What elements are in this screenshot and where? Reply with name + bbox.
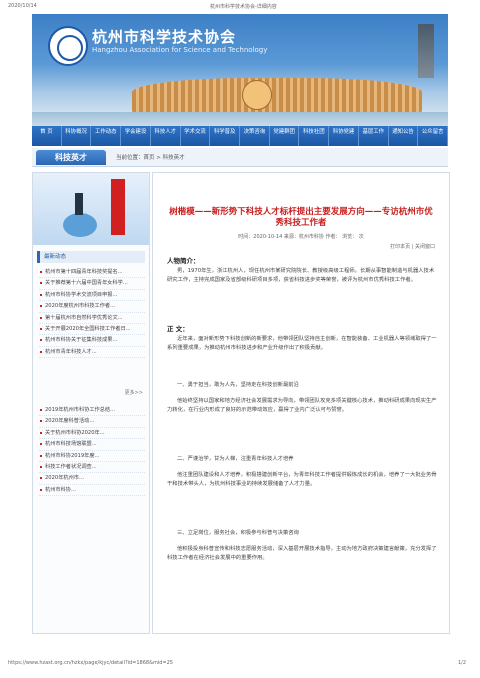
list-item[interactable]: 第十届杭州市自然科学优秀论文... [39,313,145,325]
nav-item-talent[interactable]: 科技人才 [151,126,181,146]
list-item[interactable]: 关于杭州市科协2020年... [39,428,145,440]
intro-heading: 人物简介： [167,257,200,265]
site-name-en: Hangzhou Association for Science and Tec… [92,46,268,54]
list-item[interactable]: 2020年度杭州市科技工作者... [39,301,145,313]
site-banner: 杭州市科学技术协会 Hangzhou Association for Scien… [32,14,448,126]
sidebar-list-a: 杭州市第十四届青年科技奖提名... 关于推荐第十六届中国青年女科学... 杭州市… [39,267,145,359]
section-tab[interactable]: 科技英才 [36,150,106,165]
sidebar-list-b: 2019年杭州市科协工作总结... 2020年度科普活动... 关于杭州市科协2… [39,405,145,497]
sidebar-hero-image [33,173,149,245]
globe-illustration [63,213,97,237]
breadcrumb: 当前位置：首页 > 科技英才 [116,155,185,161]
article-paragraph: 他积极投身科普宣传和科技志愿服务活动，深入基层开展技术指导，主动为地方政府决策建… [167,546,437,562]
nav-item-party-building[interactable]: 科协党建 [329,126,359,146]
nav-item-exchange[interactable]: 学术交流 [181,126,211,146]
list-item[interactable]: 关于推荐第十六届中国青年女科学... [39,278,145,290]
main-nav: 首 页 科协概况 工作动态 学会建设 科技人才 学术交流 科学普及 决策咨询 党… [32,126,449,146]
nav-item-home[interactable]: 首 页 [32,126,62,146]
nav-item-popsci[interactable]: 科学普及 [210,126,241,146]
page-url: https://www.hzast.org.cn/hzkx/page/kjyc/… [8,660,173,666]
article-paragraph: 他注重团队建设和人才培养，积极搭建创新平台，为青年科技工作者提供锻炼成长的机会，… [167,472,437,488]
list-item[interactable]: 杭州市科协关于征集科技成果... [39,335,145,347]
site-name-cn: 杭州市科学技术协会 [92,28,237,46]
nav-item-news[interactable]: 工作动态 [91,126,122,146]
list-item[interactable]: 杭州市第十四届青年科技奖提名... [39,267,145,279]
list-item[interactable]: 2020年度科普活动... [39,416,145,428]
article-title: 树楷模——新形势下科技人才标杆提出主要发展方向——专访杭州市优秀科技工作者 [169,207,433,228]
nav-item-advisory[interactable]: 决策咨询 [240,126,270,146]
print-header: 2020/10/14 杭州市科学技术协会-详细内容 [0,0,480,12]
nav-item-overview[interactable]: 科协概况 [62,126,92,146]
page-number: 1/2 [457,660,466,666]
list-item[interactable]: 杭州市青年科技人才... [39,347,145,359]
nav-item-party[interactable]: 党建群团 [270,126,300,146]
intro-text: 男，1970年生，浙江杭州人，现任杭州市某研究院院长、教授级高级工程师。长期从事… [167,268,435,284]
sidebar-box-title: 最新动态 [37,251,145,263]
number-one-illustration [111,179,125,235]
breadcrumb-bar: 科技英才 当前位置：首页 > 科技英才 [32,148,448,167]
article-paragraph: 近年来，面对新形势下科技创新的新要求，他带领团队坚持自主创新，在智能装备、工业机… [167,336,437,352]
print-title: 杭州市科学技术协会-详细内容 [210,4,277,10]
list-item[interactable]: 杭州市科协2019年度... [39,451,145,463]
lake-illustration [32,112,448,126]
association-logo-icon [48,26,88,66]
building-illustration [132,78,422,114]
building-sphere-illustration [242,80,272,110]
figure-illustration [75,193,83,215]
list-item[interactable]: 2019年杭州市科协工作总结... [39,405,145,417]
body-heading: 正 文： [167,325,189,333]
article-subheading: 二、严谨治学，甘为人梯，注重青年科技人才培养 [177,456,294,462]
nav-item-orgs[interactable]: 科技社团 [299,126,330,146]
nav-item-societies[interactable]: 学会建设 [121,126,151,146]
article-paragraph: 他始终坚持以国家和地方经济社会发展需求为导向，带领团队攻克多项关键核心技术，推动… [167,398,437,414]
article-subheading: 一、勇于担当，敢为人先，坚持走在科技创新最前沿 [177,382,299,388]
pagoda-illustration [418,24,434,78]
nav-item-notices[interactable]: 通知公告 [389,126,419,146]
list-item[interactable]: 关于开展2020年全国科技工作者日... [39,324,145,336]
article-subheading: 三、立足岗位，服务社会，积极参与科普与决策咨询 [177,530,299,536]
list-item[interactable]: 科技工作者状况调查... [39,462,145,474]
list-item[interactable]: 杭州市科协学术交流项目申报... [39,290,145,302]
nav-item-messages[interactable]: 公众留言 [418,126,449,146]
sidebar: 最新动态 杭州市第十四届青年科技奖提名... 关于推荐第十六届中国青年女科学..… [32,172,150,634]
list-item[interactable]: 杭州市科协... [39,485,145,497]
list-item[interactable]: 2020年杭州市... [39,473,145,485]
print-date: 2020/10/14 [8,3,37,9]
article-panel: 树楷模——新形势下科技人才标杆提出主要发展方向——专访杭州市优秀科技工作者 时间… [152,172,450,634]
nav-item-grassroots[interactable]: 基层工作 [359,126,389,146]
more-link[interactable]: 更多>> [125,389,143,396]
article-meta: 时间：2020-10-14 来源：杭州市科协 作者： 浏览： 次 [238,234,364,240]
print-close-links[interactable]: 打印本页 | 关闭窗口 [390,243,435,250]
list-item[interactable]: 杭州市科技场馆联盟... [39,439,145,451]
